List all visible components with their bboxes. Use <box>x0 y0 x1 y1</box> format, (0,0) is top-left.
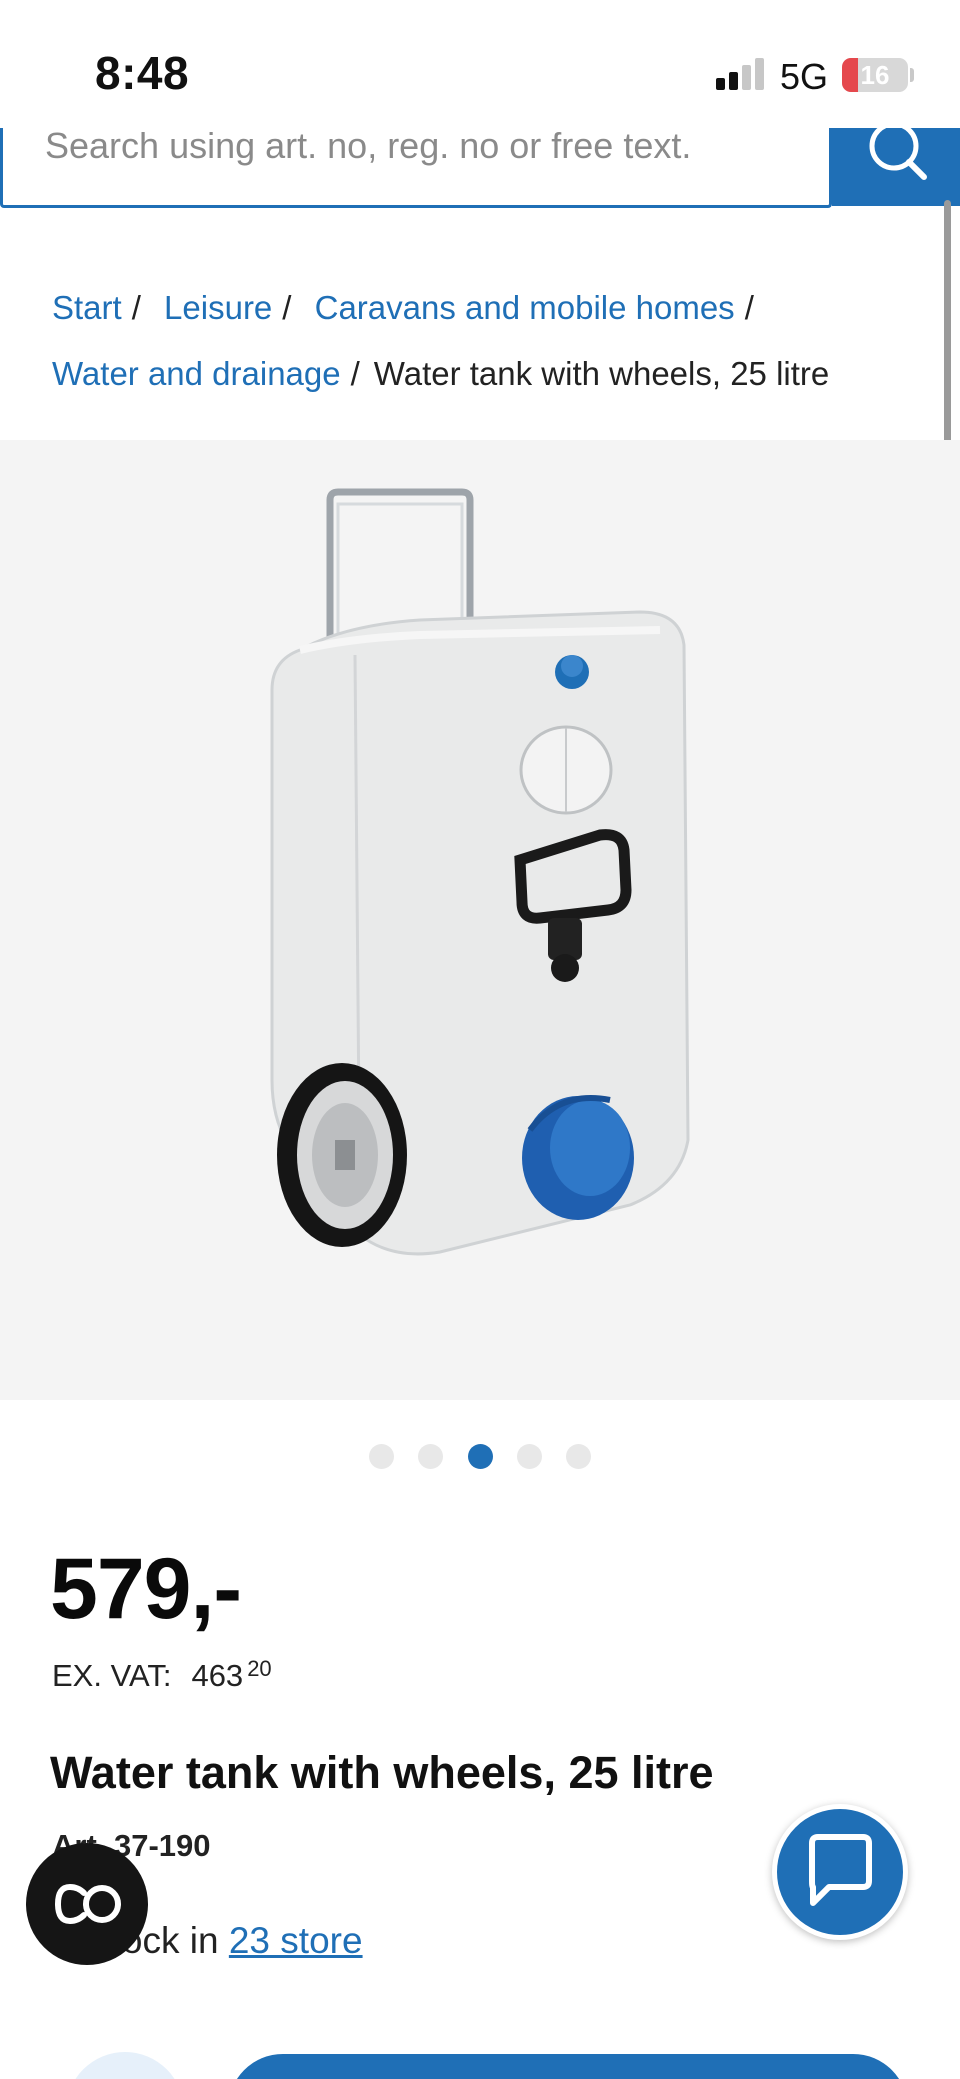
breadcrumb-item-caravans: Caravans and mobile homes / <box>315 289 768 326</box>
product-image <box>270 488 690 1256</box>
signal-icon <box>716 58 766 90</box>
gallery-dot[interactable] <box>566 1444 592 1469</box>
search-bar: Search using art. no, reg. no or free te… <box>0 121 960 208</box>
breadcrumb-link[interactable]: Leisure <box>164 289 272 326</box>
breadcrumb-current: Water tank with wheels, 25 litre <box>373 355 830 392</box>
gallery-dot-active[interactable] <box>467 1444 493 1469</box>
cookie-settings-button[interactable] <box>26 1843 148 1965</box>
battery-level: 16 <box>860 60 890 90</box>
gallery-dot[interactable] <box>368 1444 394 1469</box>
ex-vat-whole: 463 <box>191 1658 244 1693</box>
breadcrumb-item-start: Start / <box>52 289 155 326</box>
ex-vat-label: EX. VAT: <box>52 1658 172 1693</box>
cookie-settings-icon <box>54 1883 121 1925</box>
breadcrumb-item-water: Water and drainage / <box>52 355 374 392</box>
battery-icon: 16 <box>842 58 908 92</box>
status-time: 8:48 <box>95 47 190 99</box>
ex-vat-fraction: 20 <box>247 1656 272 1681</box>
product-title: Water tank with wheels, 25 litre <box>50 1747 714 1798</box>
breadcrumb-separator: / <box>131 289 141 326</box>
battery-tip <box>910 68 914 82</box>
breadcrumb-separator: / <box>350 355 360 392</box>
search-icon <box>869 121 927 180</box>
breadcrumb-separator: / <box>744 289 754 326</box>
search-button[interactable] <box>832 121 960 206</box>
chat-button[interactable] <box>772 1804 908 1940</box>
store-availability-link[interactable]: 23 store <box>229 1920 363 1961</box>
gallery-dots <box>0 1444 960 1472</box>
status-bar: 8:48 5G 16 <box>0 0 960 128</box>
price: 579,- <box>50 1541 242 1637</box>
breadcrumb-separator: / <box>282 289 292 326</box>
chat-icon <box>809 1834 872 1906</box>
product-gallery[interactable] <box>0 440 960 1400</box>
breadcrumb-link[interactable]: Start <box>52 289 122 326</box>
breadcrumb-link[interactable]: Caravans and mobile homes <box>315 289 735 326</box>
breadcrumb-link[interactable]: Water and drainage <box>52 355 341 392</box>
search-placeholder: Search using art. no, reg. no or free te… <box>45 125 692 166</box>
search-input[interactable]: Search using art. no, reg. no or free te… <box>0 128 832 208</box>
gallery-dot[interactable] <box>516 1444 542 1469</box>
add-to-cart-button[interactable] <box>228 2054 908 2079</box>
breadcrumb: Start / Leisure / Caravans and mobile home… <box>52 275 912 407</box>
ex-vat-price: EX. VAT: 463 20 <box>52 1656 272 1694</box>
breadcrumb-item-leisure: Leisure / <box>164 289 305 326</box>
gallery-dot[interactable] <box>418 1444 444 1469</box>
network-label: 5G <box>780 56 829 97</box>
